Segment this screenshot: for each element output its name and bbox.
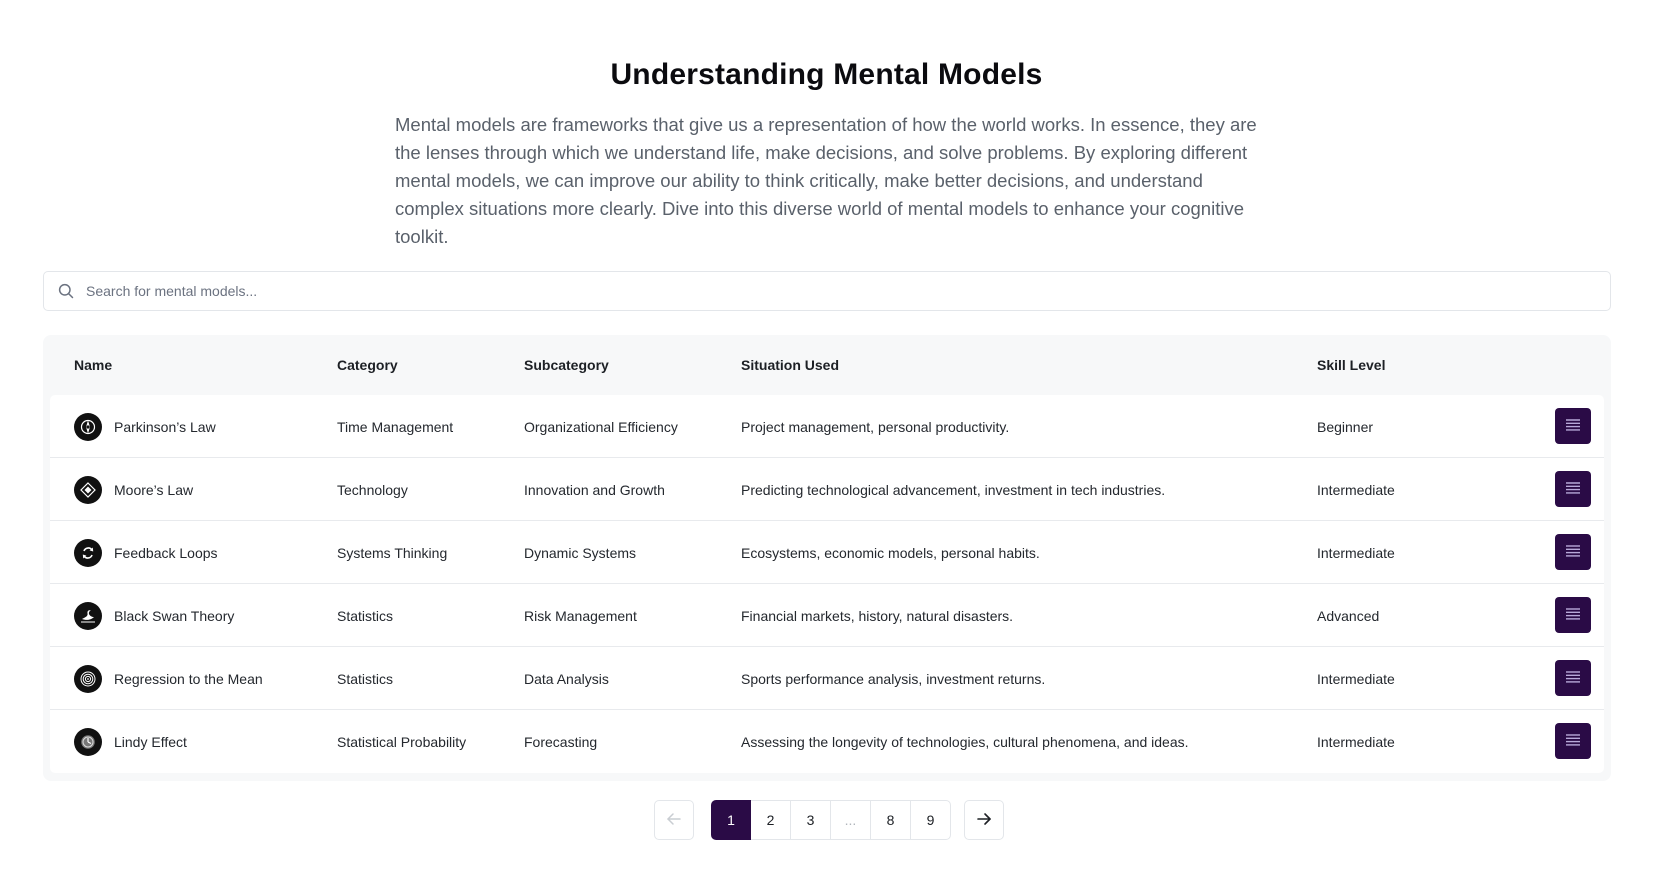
- page-title: Understanding Mental Models: [610, 58, 1043, 91]
- table-row[interactable]: Lindy Effect Statistical Probability For…: [50, 710, 1604, 773]
- next-page-button[interactable]: [964, 800, 1004, 840]
- subcategory-cell: Innovation and Growth: [524, 481, 665, 498]
- row-details-button[interactable]: [1555, 408, 1591, 444]
- clock-icon: [74, 727, 102, 756]
- table-row[interactable]: Feedback Loops Systems Thinking Dynamic …: [50, 521, 1604, 584]
- table-body: Parkinson’s Law Time Management Organiza…: [50, 395, 1604, 773]
- page-button[interactable]: 8: [871, 800, 911, 840]
- search-icon: [56, 281, 76, 301]
- skill-level-cell: Intermediate: [1317, 544, 1395, 561]
- column-header-subcategory[interactable]: Subcategory: [524, 357, 609, 373]
- table-row[interactable]: Regression to the Mean Statistics Data A…: [50, 647, 1604, 710]
- row-details-button[interactable]: [1555, 471, 1591, 507]
- loop-icon: [74, 538, 102, 567]
- column-header-situation[interactable]: Situation Used: [741, 357, 839, 373]
- list-icon: [1565, 544, 1581, 561]
- model-name: Lindy Effect: [114, 733, 187, 750]
- subcategory-cell: Forecasting: [524, 733, 598, 750]
- table-header: Name Category Subcategory Situation Used…: [43, 335, 1611, 395]
- swan-icon: [74, 601, 102, 630]
- search-bar[interactable]: [43, 271, 1611, 311]
- model-name: Parkinson’s Law: [114, 418, 216, 435]
- list-icon: [1565, 418, 1581, 435]
- name-cell: Moore’s Law: [74, 458, 193, 521]
- page-button[interactable]: 2: [751, 800, 791, 840]
- pagination: 1 2 3 ... 8 9: [0, 800, 1653, 840]
- model-name: Moore’s Law: [114, 481, 194, 498]
- category-cell: Time Management: [337, 418, 454, 435]
- arrow-left-icon: [666, 812, 682, 829]
- situation-cell: Financial markets, history, natural disa…: [741, 607, 1014, 624]
- page-button[interactable]: 3: [791, 800, 831, 840]
- name-cell: Black Swan Theory: [74, 584, 234, 647]
- subcategory-cell: Data Analysis: [524, 670, 609, 687]
- row-details-button[interactable]: [1555, 723, 1591, 759]
- situation-cell: Ecosystems, economic models, personal ha…: [741, 544, 1040, 561]
- row-details-button[interactable]: [1555, 597, 1591, 633]
- skill-level-cell: Beginner: [1317, 418, 1374, 435]
- category-cell: Systems Thinking: [337, 544, 448, 561]
- list-icon: [1565, 733, 1581, 750]
- name-cell: Regression to the Mean: [74, 647, 263, 710]
- page-ellipsis: ...: [831, 800, 871, 840]
- category-cell: Statistical Probability: [337, 733, 467, 750]
- list-icon: [1565, 670, 1581, 687]
- column-header-category[interactable]: Category: [337, 357, 398, 373]
- category-cell: Technology: [337, 481, 408, 498]
- situation-cell: Assessing the longevity of technologies,…: [741, 733, 1189, 750]
- row-details-button[interactable]: [1555, 534, 1591, 570]
- model-name: Regression to the Mean: [114, 670, 263, 687]
- list-icon: [1565, 481, 1581, 498]
- table-row[interactable]: Parkinson’s Law Time Management Organiza…: [50, 395, 1604, 458]
- name-cell: Lindy Effect: [74, 710, 187, 773]
- page-button[interactable]: 1: [711, 800, 751, 840]
- column-header-name[interactable]: Name: [74, 357, 112, 373]
- skill-level-cell: Intermediate: [1317, 481, 1395, 498]
- page-button[interactable]: 9: [911, 800, 951, 840]
- mental-models-page: Understanding Mental Models Mental model…: [0, 0, 1653, 893]
- situation-cell: Project management, personal productivit…: [741, 418, 1010, 435]
- skill-level-cell: Intermediate: [1317, 733, 1395, 750]
- search-input[interactable]: [86, 283, 1486, 299]
- subcategory-cell: Risk Management: [524, 607, 637, 624]
- skill-level-cell: Advanced: [1317, 607, 1380, 624]
- hero: Understanding Mental Models: [0, 58, 1653, 92]
- row-details-button[interactable]: [1555, 660, 1591, 696]
- skill-level-cell: Intermediate: [1317, 670, 1395, 687]
- target-icon: [74, 664, 102, 693]
- list-icon: [1565, 607, 1581, 624]
- subcategory-cell: Dynamic Systems: [524, 544, 637, 561]
- column-header-skill-level[interactable]: Skill Level: [1317, 357, 1385, 373]
- arrow-right-icon: [976, 812, 992, 829]
- table-row[interactable]: Black Swan Theory Statistics Risk Manage…: [50, 584, 1604, 647]
- table-row[interactable]: Moore’s Law Technology Innovation and Gr…: [50, 458, 1604, 521]
- mental-models-table: Name Category Subcategory Situation Used…: [43, 335, 1611, 781]
- subcategory-cell: Organizational Efficiency: [524, 418, 678, 435]
- model-name: Black Swan Theory: [114, 607, 235, 624]
- intro-paragraph: Mental models are frameworks that give u…: [395, 114, 1257, 247]
- model-name: Feedback Loops: [114, 544, 218, 561]
- category-cell: Statistics: [337, 670, 394, 687]
- category-cell: Statistics: [337, 607, 394, 624]
- situation-cell: Sports performance analysis, investment …: [741, 670, 1046, 687]
- name-cell: Feedback Loops: [74, 521, 218, 584]
- compass-icon: [74, 412, 102, 441]
- previous-page-button[interactable]: [654, 800, 694, 840]
- situation-cell: Predicting technological advancement, in…: [741, 481, 1166, 498]
- name-cell: Parkinson’s Law: [74, 395, 216, 458]
- chip-icon: [74, 475, 102, 504]
